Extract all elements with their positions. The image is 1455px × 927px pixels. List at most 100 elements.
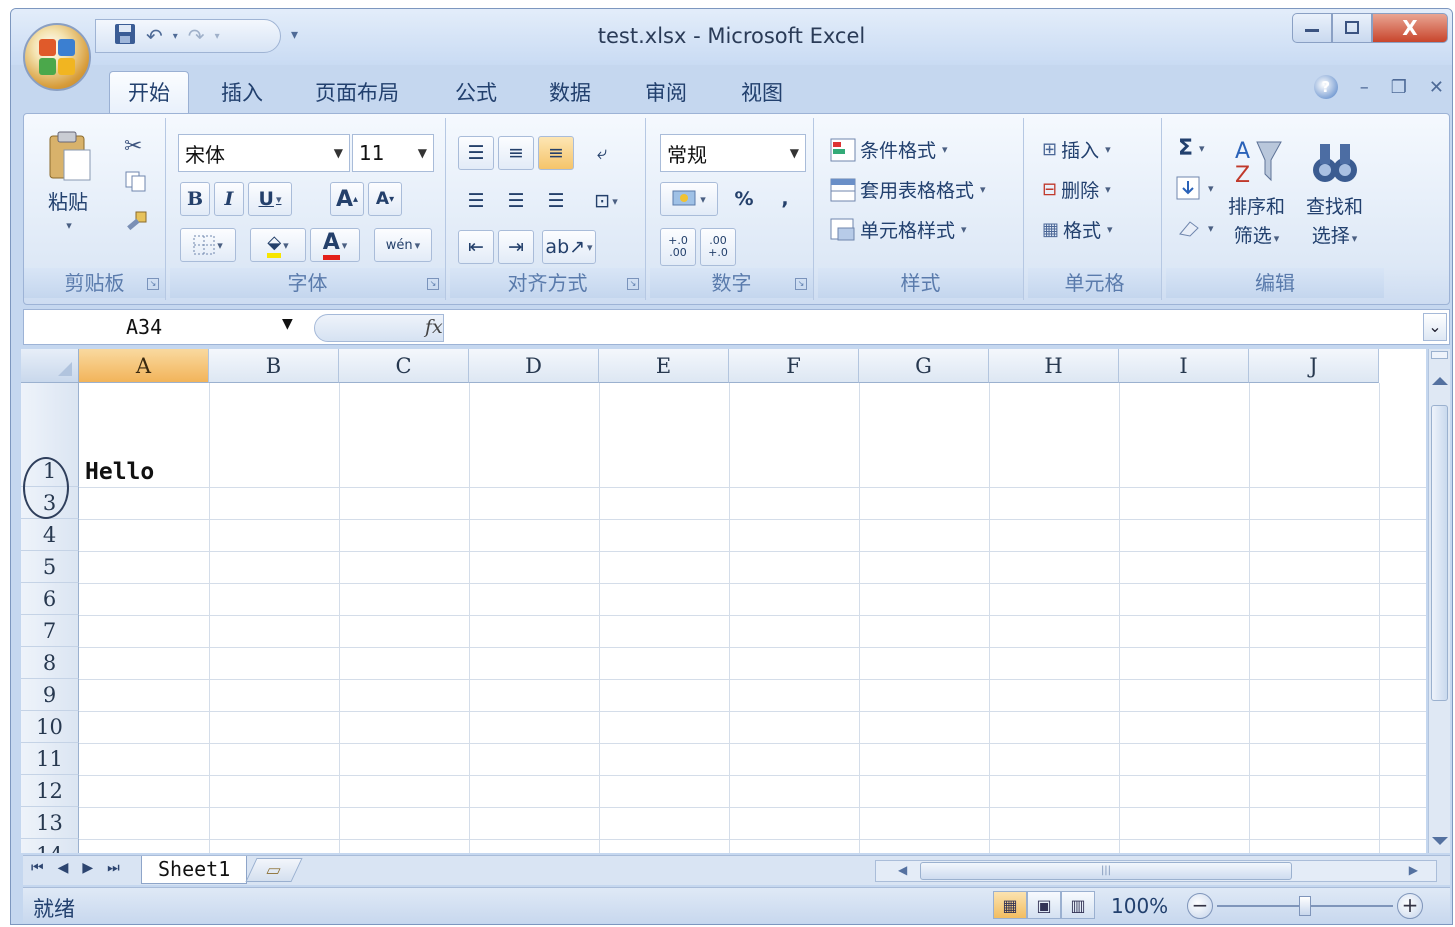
page-layout-view-icon[interactable]: ▣ bbox=[1027, 891, 1061, 919]
name-box-dropdown-icon[interactable]: ▼ bbox=[282, 316, 293, 332]
vertical-scroll-thumb[interactable] bbox=[1431, 405, 1448, 701]
vertical-scrollbar[interactable] bbox=[1428, 349, 1450, 853]
help-icon[interactable]: ? bbox=[1313, 75, 1338, 99]
scroll-up-icon[interactable] bbox=[1432, 377, 1448, 385]
tab-view[interactable]: 视图 bbox=[741, 77, 783, 107]
tab-review[interactable]: 审阅 bbox=[645, 77, 687, 107]
row-header-8[interactable]: 8 bbox=[21, 647, 79, 679]
last-sheet-icon[interactable]: ⏭ bbox=[107, 860, 120, 876]
row-header-5[interactable]: 5 bbox=[21, 551, 79, 583]
tab-data[interactable]: 数据 bbox=[549, 77, 591, 107]
column-header-b[interactable]: B bbox=[209, 349, 339, 383]
ribbon-close-icon[interactable]: ✕ bbox=[1429, 77, 1444, 98]
horizontal-scroll-thumb[interactable]: ||| bbox=[920, 862, 1292, 880]
format-cells-button[interactable]: ▦ 格式 ▾ bbox=[1042, 216, 1113, 243]
row-header-6[interactable]: 6 bbox=[21, 583, 79, 615]
close-button[interactable]: X bbox=[1372, 13, 1448, 43]
normal-view-icon[interactable]: ▦ bbox=[993, 891, 1027, 919]
sheet-tab-sheet1[interactable]: Sheet1 bbox=[141, 856, 248, 884]
prev-sheet-icon[interactable]: ◀ bbox=[58, 860, 69, 876]
number-launcher-icon[interactable]: ↘ bbox=[795, 278, 807, 290]
align-center-icon[interactable]: ☰ bbox=[498, 184, 534, 218]
column-header-g[interactable]: G bbox=[859, 349, 989, 383]
worksheet-grid[interactable]: ABCDEFGHIJ 134567891011121314 Hello bbox=[21, 349, 1426, 853]
clipboard-launcher-icon[interactable]: ↘ bbox=[147, 278, 159, 290]
copy-icon[interactable] bbox=[124, 170, 148, 192]
minimize-button[interactable] bbox=[1292, 13, 1332, 43]
align-right-icon[interactable]: ☰ bbox=[538, 184, 574, 218]
font-name-combo[interactable]: 宋体 ▼ bbox=[178, 134, 350, 172]
font-size-combo[interactable]: 11 ▼ bbox=[352, 134, 434, 172]
format-painter-icon[interactable] bbox=[124, 210, 150, 236]
name-box[interactable]: A34 bbox=[24, 310, 306, 344]
alignment-launcher-icon[interactable]: ↘ bbox=[627, 278, 639, 290]
delete-cells-button[interactable]: ⊟ 删除 ▾ bbox=[1042, 176, 1111, 203]
zoom-level[interactable]: 100% bbox=[1111, 894, 1168, 918]
scroll-down-icon[interactable] bbox=[1432, 837, 1448, 845]
insert-cells-button[interactable]: ⊞ 插入 ▾ bbox=[1042, 136, 1111, 163]
decrease-decimal-button[interactable]: .00 +.0 bbox=[700, 228, 736, 266]
grow-font-button[interactable]: A ▴ bbox=[330, 182, 364, 216]
column-header-d[interactable]: D bbox=[469, 349, 599, 383]
row-header-7[interactable]: 7 bbox=[21, 615, 79, 647]
office-button[interactable] bbox=[23, 23, 91, 91]
decrease-indent-icon[interactable]: ⇤ bbox=[458, 230, 494, 264]
wrap-text-icon[interactable]: ⤶ bbox=[584, 136, 620, 170]
ribbon-restore-icon[interactable]: ❐ bbox=[1391, 77, 1407, 98]
fill-button[interactable]: ▾ bbox=[1176, 176, 1214, 200]
row-header-13[interactable]: 13 bbox=[21, 807, 79, 839]
row-header-4[interactable]: 4 bbox=[21, 519, 79, 551]
row-header-9[interactable]: 9 bbox=[21, 679, 79, 711]
cell-a1[interactable]: Hello bbox=[85, 459, 154, 485]
scroll-right-icon[interactable]: ▶ bbox=[1409, 863, 1418, 877]
underline-button[interactable]: U ▾ bbox=[248, 182, 292, 216]
merge-center-icon[interactable]: ⊡ ▾ bbox=[584, 184, 628, 218]
tab-page-layout[interactable]: 页面布局 bbox=[315, 77, 399, 107]
next-sheet-icon[interactable]: ▶ bbox=[82, 860, 93, 876]
italic-button[interactable]: I bbox=[214, 182, 244, 216]
column-header-f[interactable]: F bbox=[729, 349, 859, 383]
paste-button[interactable]: 粘贴 ▾ bbox=[44, 130, 92, 232]
format-as-table-button[interactable]: 套用表格格式 ▾ bbox=[830, 176, 986, 203]
page-break-view-icon[interactable]: ▥ bbox=[1061, 891, 1095, 919]
increase-indent-icon[interactable]: ⇥ bbox=[498, 230, 534, 264]
scroll-left-icon[interactable]: ◀ bbox=[898, 863, 907, 877]
row-header-12[interactable]: 12 bbox=[21, 775, 79, 807]
percent-style-button[interactable]: % bbox=[724, 182, 764, 216]
tab-home[interactable]: 开始 bbox=[109, 71, 189, 115]
split-box-icon[interactable] bbox=[1431, 351, 1448, 359]
font-color-button[interactable]: A ▾ bbox=[310, 228, 360, 262]
expand-formula-bar-icon[interactable]: ⌄ bbox=[1423, 313, 1447, 341]
clear-button[interactable]: ▾ bbox=[1176, 216, 1214, 240]
column-header-i[interactable]: I bbox=[1119, 349, 1249, 383]
increase-decimal-button[interactable]: +.0 .00 bbox=[660, 228, 696, 266]
align-left-icon[interactable]: ☰ bbox=[458, 184, 494, 218]
row-header-14[interactable]: 14 bbox=[21, 839, 79, 853]
autosum-button[interactable]: Σ ▾ bbox=[1178, 136, 1205, 161]
row-header-10[interactable]: 10 bbox=[21, 711, 79, 743]
cut-icon[interactable]: ✂ bbox=[124, 134, 142, 159]
align-middle-icon[interactable]: ≡ bbox=[498, 136, 534, 170]
column-header-h[interactable]: H bbox=[989, 349, 1119, 383]
row-header-11[interactable]: 11 bbox=[21, 743, 79, 775]
column-header-c[interactable]: C bbox=[339, 349, 469, 383]
number-format-combo[interactable]: 常规 ▼ bbox=[660, 134, 806, 172]
align-bottom-icon[interactable]: ≡ bbox=[538, 136, 574, 170]
align-top-icon[interactable]: ☰ bbox=[458, 136, 494, 170]
formula-input[interactable] bbox=[456, 310, 1419, 344]
conditional-format-button[interactable]: 条件格式 ▾ bbox=[830, 136, 948, 163]
cell-styles-button[interactable]: 单元格样式 ▾ bbox=[830, 216, 967, 243]
horizontal-scrollbar[interactable]: ◀ ||| ▶ bbox=[875, 860, 1437, 882]
borders-button[interactable]: ▾ bbox=[180, 228, 236, 262]
column-header-e[interactable]: E bbox=[599, 349, 729, 383]
bold-button[interactable]: B bbox=[180, 182, 210, 216]
zoom-slider-thumb[interactable] bbox=[1299, 896, 1311, 916]
insert-function-icon[interactable]: fx bbox=[425, 316, 443, 338]
first-sheet-icon[interactable]: ⏮ bbox=[31, 860, 44, 876]
ribbon-minimize-icon[interactable]: – bbox=[1360, 77, 1369, 98]
comma-style-button[interactable]: , bbox=[768, 182, 802, 216]
phonetic-button[interactable]: wén ▾ bbox=[374, 228, 432, 262]
font-launcher-icon[interactable]: ↘ bbox=[427, 278, 439, 290]
tab-insert[interactable]: 插入 bbox=[221, 77, 263, 107]
fill-color-button[interactable]: ⬙ ▾ bbox=[250, 228, 306, 262]
